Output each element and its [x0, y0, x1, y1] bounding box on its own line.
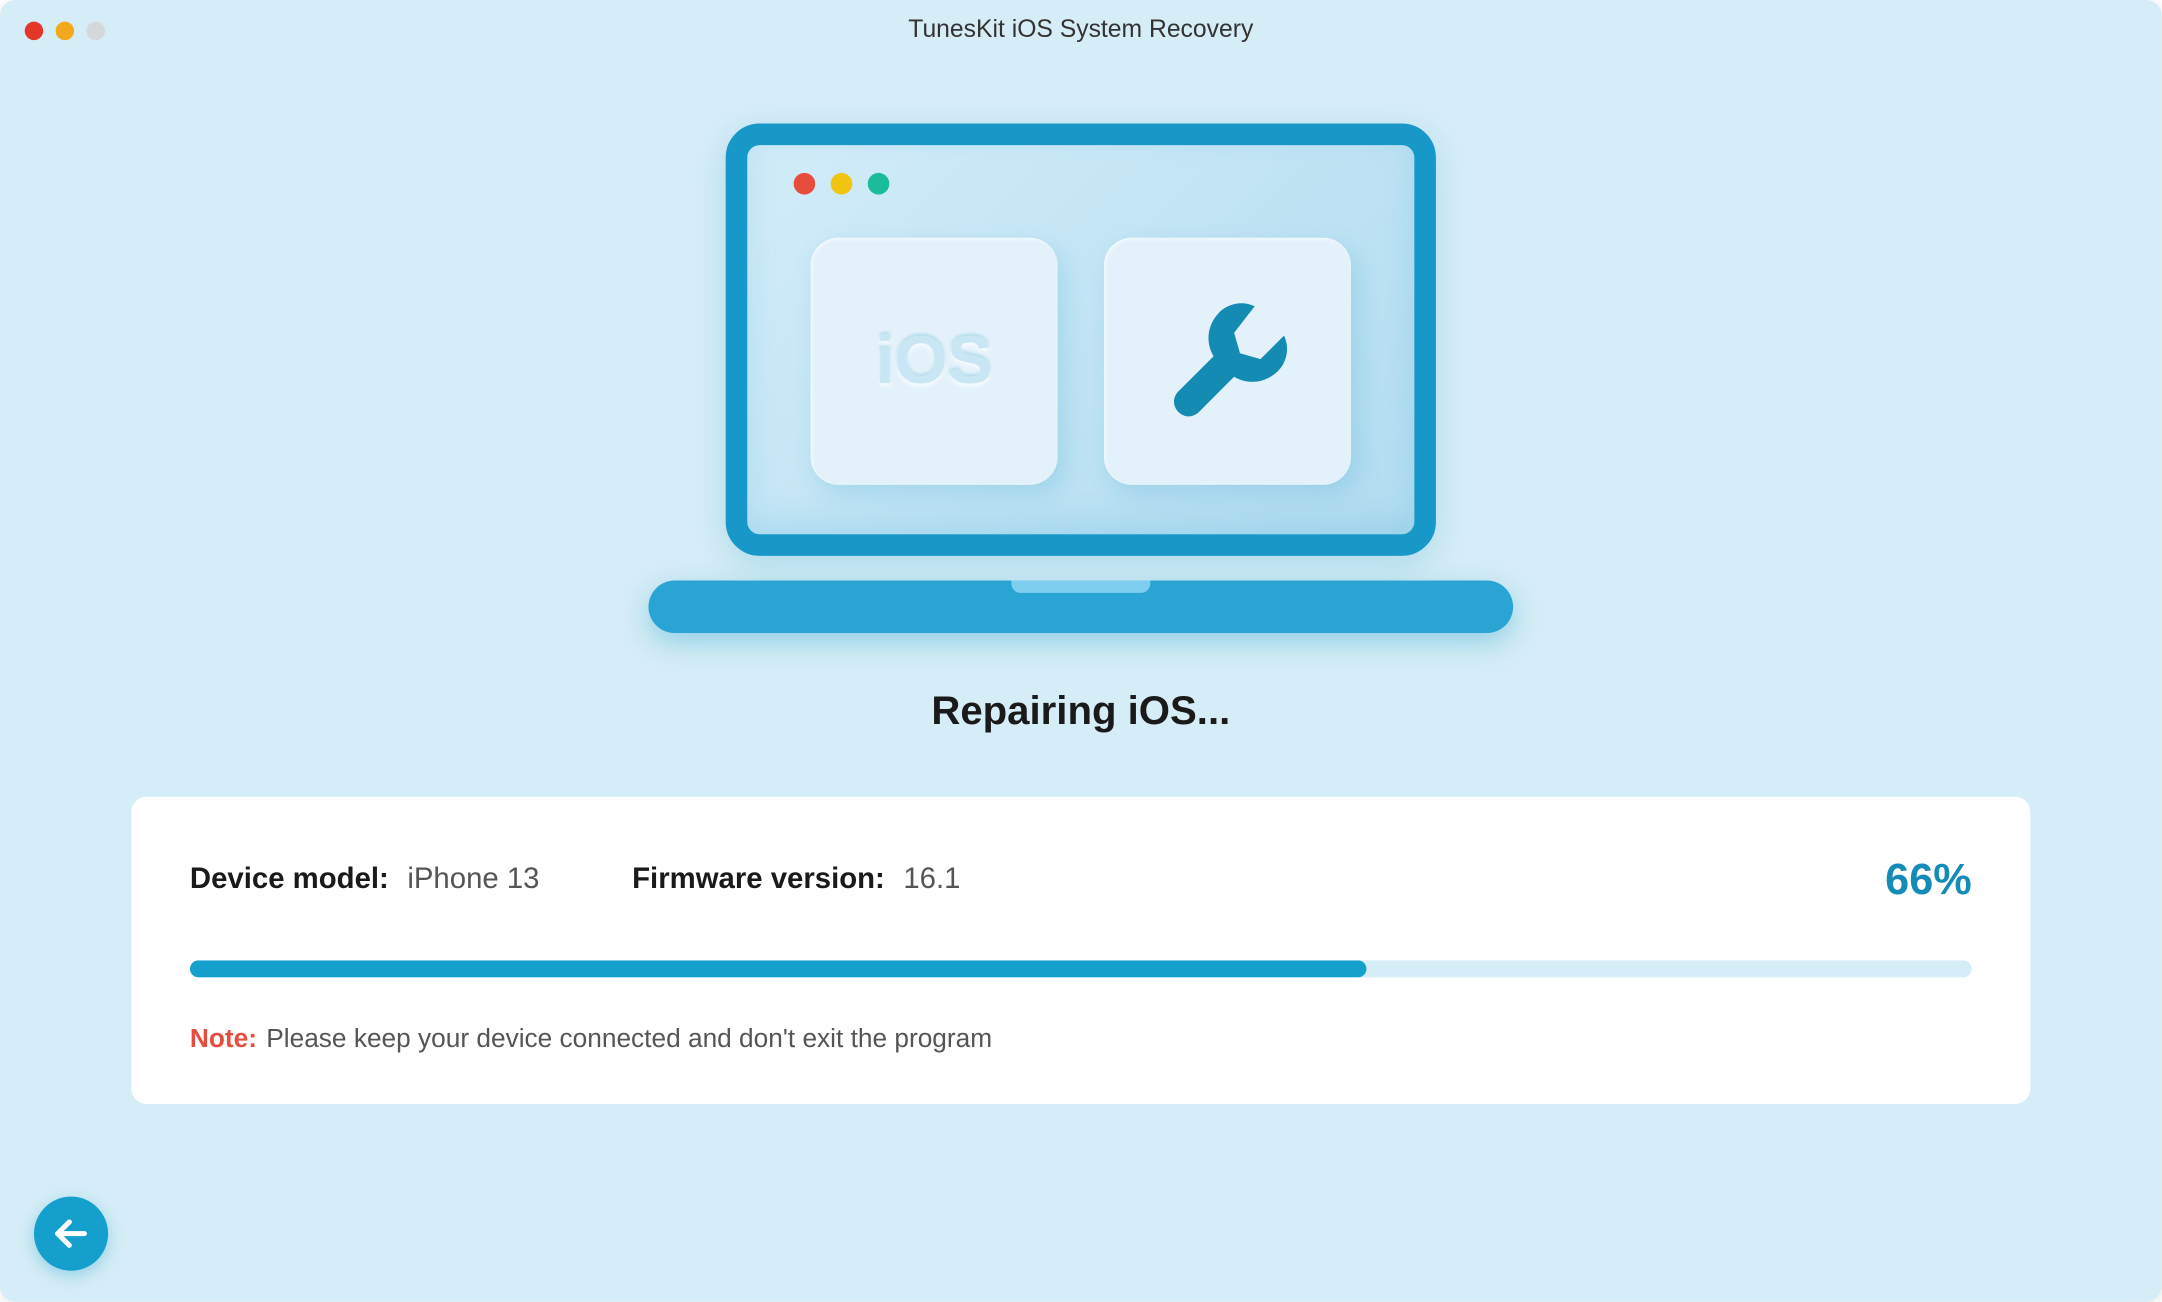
illustration-tiles: iOS: [811, 238, 1351, 485]
ios-tile: iOS: [811, 238, 1058, 485]
device-model-value: iPhone 13: [407, 863, 539, 897]
minimize-window-button[interactable]: [56, 22, 75, 41]
illustration-dot-yellow: [831, 173, 853, 195]
illustration-dot-green: [868, 173, 890, 195]
progress-bar: [190, 960, 1972, 977]
laptop-notch: [1011, 581, 1150, 593]
device-model-field: Device model: iPhone 13: [190, 863, 540, 897]
laptop-screen: iOS: [726, 124, 1436, 556]
wrench-icon: [1154, 288, 1301, 435]
firmware-version-label: Firmware version:: [632, 863, 885, 897]
note-label: Note:: [190, 1024, 257, 1055]
info-fields: Device model: iPhone 13 Firmware version…: [190, 863, 961, 897]
laptop-base: [648, 581, 1513, 633]
firmware-version-value: 16.1: [903, 863, 960, 897]
main-content: iOS Repairing iOS... Dev: [0, 62, 2162, 1104]
firmware-version-field: Firmware version: 16.1: [632, 863, 960, 897]
illustration-traffic-lights: [794, 173, 890, 195]
maximize-window-button: [86, 22, 105, 41]
window-traffic-lights: [25, 22, 105, 41]
status-heading: Repairing iOS...: [931, 687, 1230, 735]
device-model-label: Device model:: [190, 863, 389, 897]
info-row: Device model: iPhone 13 Firmware version…: [190, 855, 1972, 904]
window-title: TunesKit iOS System Recovery: [908, 17, 1253, 45]
progress-percent: 66%: [1885, 855, 1972, 904]
illustration-dot-red: [794, 173, 816, 195]
laptop-illustration: iOS: [648, 124, 1513, 634]
title-bar: TunesKit iOS System Recovery: [0, 0, 2162, 62]
note-text: Please keep your device connected and do…: [266, 1024, 992, 1055]
back-button[interactable]: [34, 1197, 108, 1271]
arrow-left-icon: [51, 1214, 91, 1254]
note-row: Note: Please keep your device connected …: [190, 1024, 1972, 1055]
close-window-button[interactable]: [25, 22, 44, 41]
info-card: Device model: iPhone 13 Firmware version…: [131, 797, 2030, 1104]
app-window: TunesKit iOS System Recovery iOS: [0, 0, 2162, 1302]
ios-tile-label: iOS: [876, 323, 993, 400]
progress-fill: [190, 960, 1366, 977]
wrench-tile: [1104, 238, 1351, 485]
